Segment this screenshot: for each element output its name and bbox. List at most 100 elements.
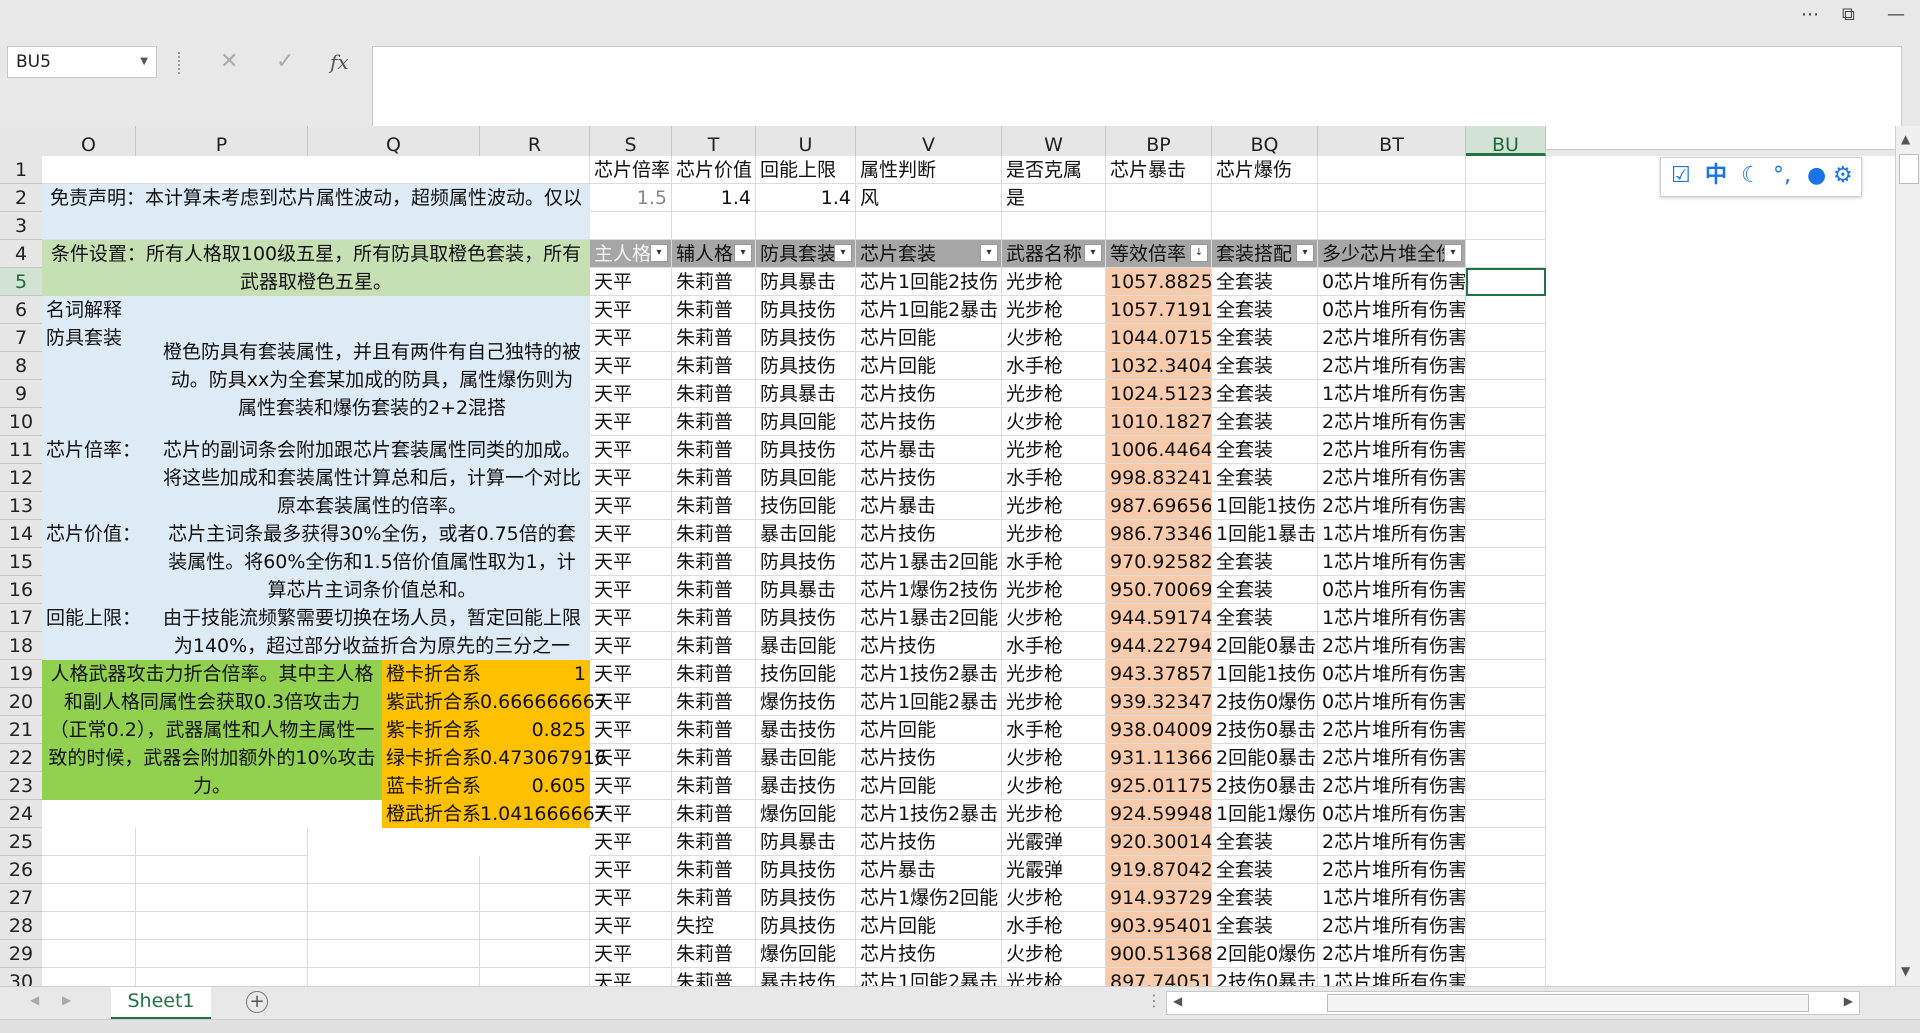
empty-cell[interactable] <box>1466 744 1546 772</box>
table-cell[interactable]: 全套装 <box>1212 856 1318 884</box>
table-cell[interactable]: 芯片技伤 <box>856 744 1002 772</box>
column-header-r[interactable]: R <box>480 126 590 156</box>
table-cell[interactable]: 全套装 <box>1212 548 1318 576</box>
table-cell[interactable]: 防具技伤 <box>756 324 856 352</box>
user-icon[interactable]: ● <box>1807 164 1826 188</box>
param-header[interactable]: 芯片价值 <box>672 156 756 184</box>
table-header-cell[interactable]: 防具套装 ▾ <box>756 240 856 268</box>
table-cell[interactable]: 光步枪 <box>1002 800 1106 828</box>
table-cell[interactable]: 天平 <box>590 436 672 464</box>
row-header-23[interactable]: 23 <box>0 772 42 800</box>
empty-cell[interactable] <box>1466 604 1546 632</box>
table-cell[interactable]: 光步枪 <box>1002 492 1106 520</box>
table-cell[interactable]: 0芯片堆所有伤害 <box>1318 296 1466 324</box>
table-cell[interactable]: 天平 <box>590 268 672 296</box>
table-header-cell[interactable]: 套装搭配 ▾ <box>1212 240 1318 268</box>
table-cell[interactable]: 903.954013 <box>1106 912 1212 940</box>
row-header-28[interactable]: 28 <box>0 912 42 940</box>
table-cell[interactable]: 芯片技伤 <box>856 408 1002 436</box>
table-cell[interactable]: 天平 <box>590 408 672 436</box>
row-header-21[interactable]: 21 <box>0 716 42 744</box>
table-cell[interactable]: 芯片1回能2暴击 <box>856 688 1002 716</box>
table-cell[interactable]: 暴击回能 <box>756 744 856 772</box>
row-header-9[interactable]: 9 <box>0 380 42 408</box>
close-icon[interactable]: ✕ <box>220 50 238 74</box>
empty-cell[interactable] <box>856 212 1002 240</box>
table-cell[interactable]: 天平 <box>590 800 672 828</box>
table-cell[interactable]: 芯片技伤 <box>856 380 1002 408</box>
table-cell[interactable]: 天平 <box>590 884 672 912</box>
row-header-16[interactable]: 16 <box>0 576 42 604</box>
table-cell[interactable]: 芯片回能 <box>856 912 1002 940</box>
table-cell[interactable]: 防具技伤 <box>756 436 856 464</box>
table-cell[interactable]: 全套装 <box>1212 576 1318 604</box>
table-cell[interactable]: 防具回能 <box>756 464 856 492</box>
table-cell[interactable]: 2芯片堆所有伤害 <box>1318 772 1466 800</box>
table-cell[interactable]: 芯片1技伤2暴击 <box>856 800 1002 828</box>
table-cell[interactable]: 天平 <box>590 744 672 772</box>
empty-cell[interactable] <box>308 856 480 884</box>
table-cell[interactable]: 2芯片堆所有伤害 <box>1318 436 1466 464</box>
table-cell[interactable]: 1芯片堆所有伤害 <box>1318 380 1466 408</box>
filter-dropdown-icon[interactable]: ▾ <box>650 244 668 262</box>
table-cell[interactable]: 爆伤回能 <box>756 940 856 968</box>
table-header-cell[interactable]: 多少芯片堆全伤 ▾ <box>1318 240 1466 268</box>
table-cell[interactable]: 全套装 <box>1212 408 1318 436</box>
select-all-corner[interactable] <box>0 126 42 156</box>
filter-dropdown-icon[interactable]: ▾ <box>1084 244 1102 262</box>
table-cell[interactable]: 光步枪 <box>1002 436 1106 464</box>
table-cell[interactable]: 全套装 <box>1212 604 1318 632</box>
param-header[interactable]: 芯片爆伤 <box>1212 156 1318 184</box>
table-cell[interactable]: 火步枪 <box>1002 324 1106 352</box>
empty-cell[interactable] <box>1466 772 1546 800</box>
empty-cell[interactable] <box>480 856 590 884</box>
table-cell[interactable]: 天平 <box>590 324 672 352</box>
table-cell[interactable]: 芯片技伤 <box>856 464 1002 492</box>
table-cell[interactable]: 火步枪 <box>1002 604 1106 632</box>
table-cell[interactable]: 920.300141 <box>1106 828 1212 856</box>
table-cell[interactable]: 2芯片堆所有伤害 <box>1318 716 1466 744</box>
coefficient-value[interactable]: 0.605 <box>480 772 590 800</box>
table-cell[interactable]: 芯片暴击 <box>856 856 1002 884</box>
empty-cell[interactable] <box>1466 408 1546 436</box>
table-cell[interactable]: 2回能0爆伤 <box>1212 940 1318 968</box>
scroll-up-icon[interactable]: ▲ <box>1901 132 1910 146</box>
table-cell[interactable]: 987.696565 <box>1106 492 1212 520</box>
sort-desc-filter-icon[interactable]: ↓ <box>1190 244 1208 262</box>
punctuation-icon[interactable]: °, <box>1773 164 1791 188</box>
empty-cell[interactable] <box>42 940 136 968</box>
table-cell[interactable]: 暴击技伤 <box>756 772 856 800</box>
table-cell[interactable]: 天平 <box>590 912 672 940</box>
table-cell[interactable]: 天平 <box>590 464 672 492</box>
table-cell[interactable]: 火步枪 <box>1002 940 1106 968</box>
empty-cell[interactable] <box>1106 212 1212 240</box>
empty-cell[interactable] <box>1466 324 1546 352</box>
empty-cell[interactable] <box>1466 912 1546 940</box>
scroll-right-icon[interactable]: ▶ <box>1844 994 1853 1008</box>
row-header-12[interactable]: 12 <box>0 464 42 492</box>
table-cell[interactable]: 天平 <box>590 772 672 800</box>
table-cell[interactable]: 芯片回能 <box>856 352 1002 380</box>
table-cell[interactable]: 1芯片堆所有伤害 <box>1318 884 1466 912</box>
empty-cell[interactable] <box>42 912 136 940</box>
table-cell[interactable]: 朱莉普 <box>672 744 756 772</box>
table-cell[interactable]: 天平 <box>590 632 672 660</box>
table-cell[interactable]: 水手枪 <box>1002 716 1106 744</box>
table-header-cell[interactable]: 武器名称 ▾ <box>1002 240 1106 268</box>
minimize-icon[interactable]: — <box>1887 4 1905 25</box>
table-cell[interactable]: 1057.71919 <box>1106 296 1212 324</box>
row-header-1[interactable]: 1 <box>0 156 42 184</box>
row-header-15[interactable]: 15 <box>0 548 42 576</box>
table-header-cell[interactable]: 主人格 ▾ <box>590 240 672 268</box>
table-cell[interactable]: 1芯片堆所有伤害 <box>1318 604 1466 632</box>
param-value[interactable]: 1.4 <box>756 184 856 212</box>
table-cell[interactable]: 防具技伤 <box>756 604 856 632</box>
empty-cell[interactable] <box>308 212 480 240</box>
table-cell[interactable]: 0芯片堆所有伤害 <box>1318 688 1466 716</box>
empty-cell[interactable] <box>42 212 136 240</box>
horizontal-scroll-thumb[interactable] <box>1327 994 1809 1012</box>
empty-cell[interactable] <box>1466 716 1546 744</box>
table-cell[interactable]: 失控 <box>672 912 756 940</box>
table-cell[interactable]: 925.011755 <box>1106 772 1212 800</box>
empty-cell[interactable] <box>1466 464 1546 492</box>
